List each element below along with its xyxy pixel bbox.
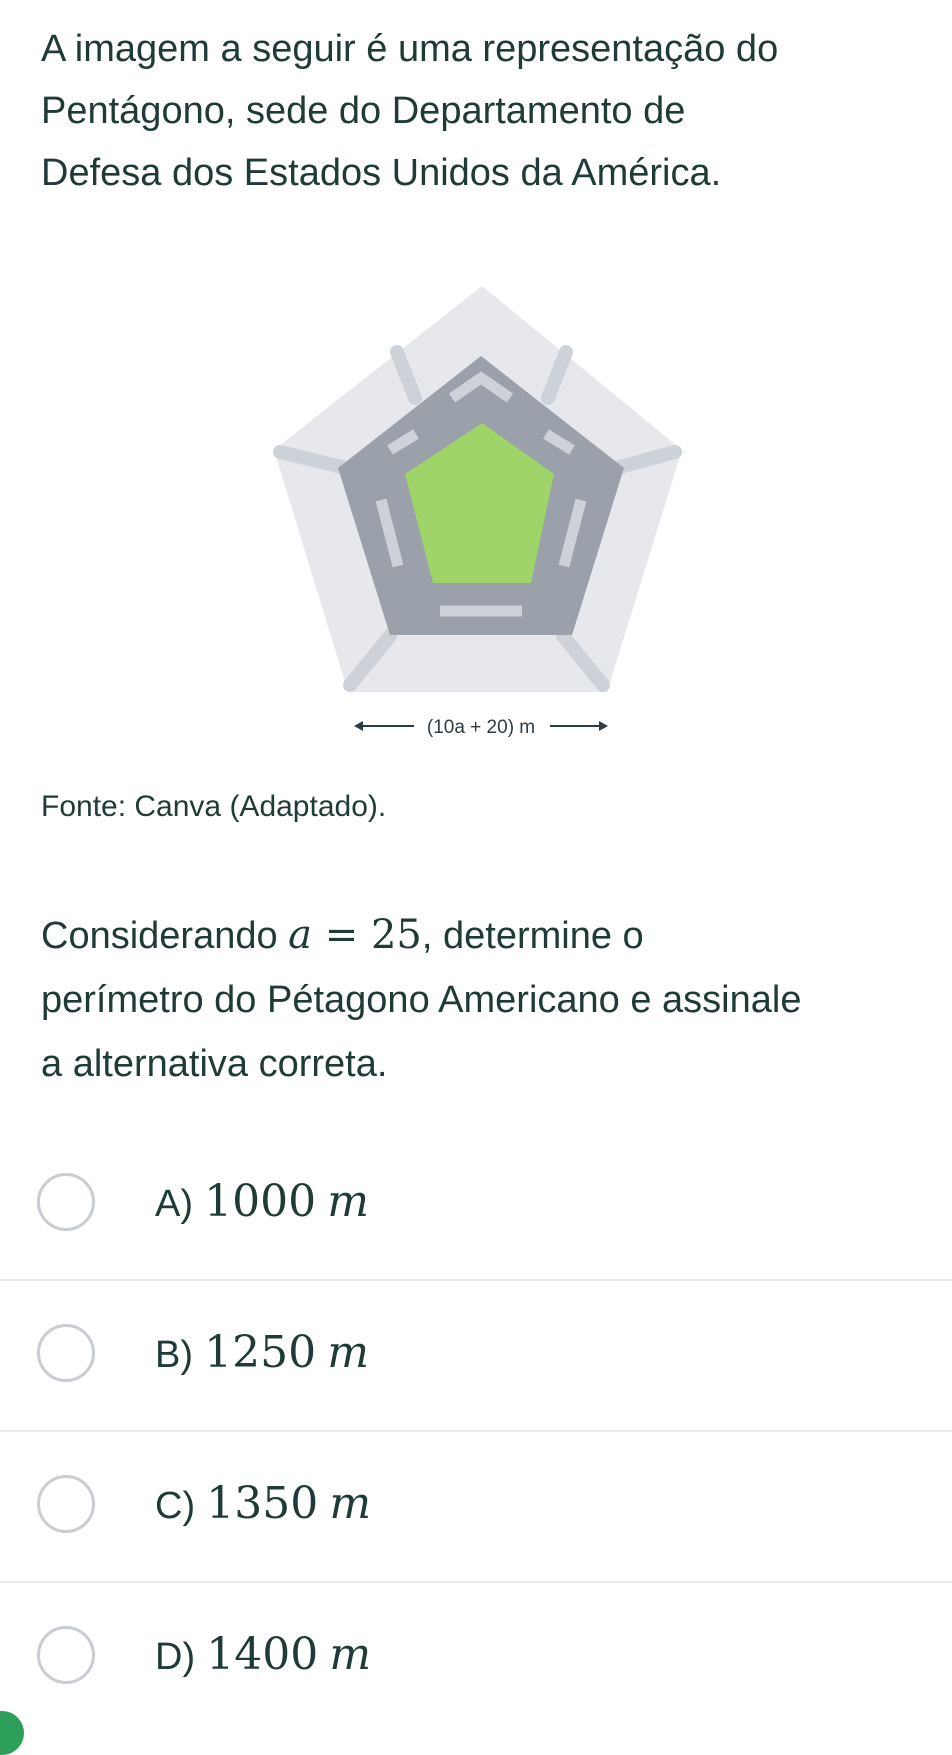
pentagon-figure: (10a + 20) m: [250, 280, 690, 750]
radio-button-b[interactable]: [37, 1324, 95, 1382]
option-a[interactable]: A) 1000 m: [0, 1130, 952, 1281]
math-expression: a = 25: [288, 912, 422, 958]
option-value: 1400: [206, 1629, 319, 1680]
dimension-label: (10a + 20) m: [427, 717, 535, 738]
option-letter: C): [155, 1485, 196, 1527]
option-letter: D): [155, 1636, 196, 1678]
question-text: Considerando a = 25, determine o perímet…: [41, 903, 931, 1096]
option-c-label: C) 1350 m: [155, 1476, 371, 1534]
option-unit: m: [329, 1629, 372, 1680]
option-unit: m: [327, 1176, 369, 1227]
radio-button-a[interactable]: [37, 1173, 95, 1231]
option-unit: m: [327, 1327, 369, 1378]
option-b-label: B) 1250 m: [155, 1325, 369, 1383]
math-value: = 25: [312, 912, 422, 958]
option-letter: A): [155, 1183, 193, 1225]
option-letter: B): [155, 1334, 193, 1376]
option-b[interactable]: B) 1250 m: [0, 1281, 952, 1432]
question-line: a alternativa correta.: [41, 1043, 388, 1085]
option-c[interactable]: C) 1350 m: [0, 1432, 952, 1583]
question-suffix: , determine o: [421, 915, 644, 957]
radio-button-c[interactable]: [37, 1475, 95, 1533]
answer-options: A) 1000 m B) 1250 m C) 1350 m D) 1400 m: [0, 1130, 952, 1734]
intro-line: A imagem a seguir é uma representação do: [41, 28, 779, 70]
source-caption: Fonte: Canva (Adaptado).: [41, 790, 387, 823]
radio-button-d[interactable]: [37, 1626, 95, 1684]
option-value: 1350: [206, 1478, 319, 1529]
math-variable: a: [288, 912, 313, 958]
intro-line: Pentágono, sede do Departamento de: [41, 90, 686, 132]
option-unit: m: [329, 1478, 372, 1529]
pentagon-illustration: (10a + 20) m: [273, 286, 682, 738]
question-prefix: Considerando: [41, 915, 289, 957]
question-line: perímetro do Pétagono Americano e assina…: [41, 979, 802, 1021]
option-value: 1000: [204, 1176, 317, 1227]
option-value: 1250: [204, 1327, 317, 1378]
intro-text: A imagem a seguir é uma representação do…: [41, 18, 921, 204]
option-a-label: A) 1000 m: [155, 1174, 369, 1232]
option-d[interactable]: D) 1400 m: [0, 1583, 952, 1734]
intro-line: Defesa dos Estados Unidos da América.: [41, 152, 722, 194]
option-d-label: D) 1400 m: [155, 1627, 371, 1685]
